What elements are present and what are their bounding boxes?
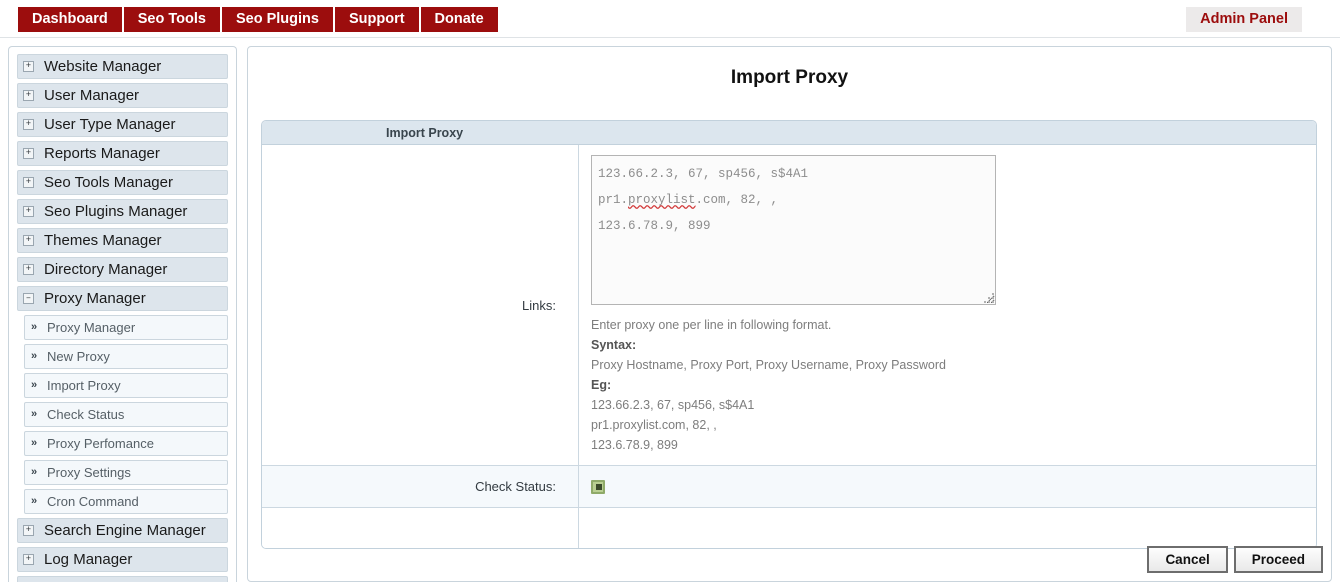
sidebar-item-label: Website Manager [44, 58, 162, 75]
main-content-panel: Import Proxy Import Proxy Links: 123.66.… [247, 46, 1332, 582]
sidebar-item-directory-manager[interactable]: + Directory Manager [17, 257, 228, 282]
sidebar-item-seo-plugins-manager[interactable]: + Seo Plugins Manager [17, 199, 228, 224]
sidebar-subitem-check-status[interactable]: » Check Status [24, 402, 228, 427]
sidebar-item-label: User Type Manager [44, 116, 176, 133]
minus-icon[interactable]: – [23, 293, 34, 304]
sidebar-item-label: Proxy Manager [44, 290, 146, 307]
form-row-blank [262, 508, 1316, 548]
sidebar-item-user-type-manager[interactable]: + User Type Manager [17, 112, 228, 137]
nav-tab-seo-plugins[interactable]: Seo Plugins [221, 7, 335, 32]
form-row-links: Links: 123.66.2.3, 67, sp456, s$4A1 pr1.… [262, 145, 1316, 466]
sidebar-subitem-proxy-settings[interactable]: » Proxy Settings [24, 460, 228, 485]
blank-field-cell [579, 508, 1316, 548]
sidebar-item-label: Themes Manager [44, 232, 162, 249]
sidebar-subitem-label: Proxy Settings [47, 465, 131, 480]
plus-icon[interactable]: + [23, 177, 34, 188]
plus-icon[interactable]: + [23, 554, 34, 565]
form-action-buttons: Cancel Proceed [1147, 546, 1323, 573]
plus-icon[interactable]: + [23, 119, 34, 130]
sidebar-item-label: Directory Manager [44, 261, 168, 278]
nav-tab-seo-tools[interactable]: Seo Tools [123, 7, 222, 32]
sidebar-item-proxy-manager[interactable]: – Proxy Manager [17, 286, 228, 311]
hint-eg-label: Eg: [591, 378, 612, 392]
double-chevron-right-icon: » [31, 408, 38, 420]
hint-eg-line-3: 123.6.78.9, 899 [591, 438, 678, 452]
admin-panel-button[interactable]: Admin Panel [1186, 7, 1302, 32]
proceed-button[interactable]: Proceed [1233, 546, 1323, 573]
double-chevron-right-icon: » [31, 466, 38, 478]
plus-icon[interactable]: + [23, 206, 34, 217]
sidebar-subitem-proxy-manager[interactable]: » Proxy Manager [24, 315, 228, 340]
hint-syntax-value: Proxy Hostname, Proxy Port, Proxy Userna… [591, 358, 946, 372]
sidebar-subitem-label: Check Status [47, 407, 125, 422]
nav-tab-dashboard[interactable]: Dashboard [18, 7, 124, 32]
format-hint-block: Enter proxy one per line in following fo… [591, 315, 1316, 455]
sidebar-subitem-label: Proxy Perfomance [47, 436, 154, 451]
sidebar-item-label: Log Manager [44, 551, 133, 568]
sidebar-item-log-manager[interactable]: + Log Manager [17, 547, 228, 572]
double-chevron-right-icon: » [31, 495, 38, 507]
check-status-field-cell [579, 466, 1316, 507]
sidebar-subitem-label: Cron Command [47, 494, 139, 509]
plus-icon[interactable]: + [23, 235, 34, 246]
sidebar-subitem-label: Import Proxy [47, 378, 121, 393]
sidebar-subitem-label: New Proxy [47, 349, 110, 364]
sidebar-subitem-new-proxy[interactable]: » New Proxy [24, 344, 228, 369]
hint-intro: Enter proxy one per line in following fo… [591, 318, 832, 332]
main-navigation: Dashboard Seo Tools Seo Plugins Support … [18, 7, 498, 32]
sidebar-subitem-label: Proxy Manager [47, 320, 136, 335]
plus-icon[interactable]: + [23, 148, 34, 159]
page-title: Import Proxy [730, 67, 849, 88]
sidebar-item-label: Seo Plugins Manager [44, 203, 188, 220]
check-status-label: Check Status: [262, 466, 579, 507]
placeholder-line-1: 123.66.2.3, 67, sp456, s$4A1 [598, 167, 809, 181]
double-chevron-right-icon: » [31, 350, 38, 362]
links-field-cell: 123.66.2.3, 67, sp456, s$4A1 pr1.proxyli… [579, 145, 1316, 465]
links-textarea[interactable]: 123.66.2.3, 67, sp456, s$4A1 pr1.proxyli… [591, 155, 996, 305]
placeholder-line-2: pr1.proxylist.com, 82, , [598, 193, 779, 207]
sidebar-item-seo-tools-manager[interactable]: + Seo Tools Manager [17, 170, 228, 195]
misspelled-word: proxylist [628, 193, 696, 207]
checkbox-checked-icon[interactable] [591, 479, 605, 494]
double-chevron-right-icon: » [31, 379, 38, 391]
sidebar-item-label: Seo Tools Manager [44, 174, 173, 191]
double-chevron-right-icon: » [31, 321, 38, 333]
plus-icon[interactable]: + [23, 90, 34, 101]
hint-eg-line-2: pr1.proxylist.com, 82, , [591, 418, 717, 432]
textarea-wrapper: 123.66.2.3, 67, sp456, s$4A1 pr1.proxyli… [591, 155, 996, 305]
sidebar-item-label: Reports Manager [44, 145, 160, 162]
import-proxy-form: Import Proxy Links: 123.66.2.3, 67, sp45… [261, 120, 1317, 549]
sidebar-item-reports-manager[interactable]: + Reports Manager [17, 141, 228, 166]
form-row-check-status: Check Status: [262, 466, 1316, 508]
placeholder-line-3: 123.6.78.9, 899 [598, 219, 711, 233]
cancel-button[interactable]: Cancel [1147, 546, 1228, 573]
sidebar-item-partial[interactable] [17, 576, 228, 582]
sidebar: + Website Manager + User Manager + User … [8, 46, 237, 582]
plus-icon[interactable]: + [23, 61, 34, 72]
nav-tab-donate[interactable]: Donate [420, 7, 498, 32]
double-chevron-right-icon: » [31, 437, 38, 449]
plus-icon[interactable]: + [23, 525, 34, 536]
sidebar-item-website-manager[interactable]: + Website Manager [17, 54, 228, 79]
links-label: Links: [262, 145, 579, 465]
blank-label [262, 508, 579, 548]
sidebar-item-themes-manager[interactable]: + Themes Manager [17, 228, 228, 253]
sidebar-item-search-engine-manager[interactable]: + Search Engine Manager [17, 518, 228, 543]
sidebar-subitem-import-proxy[interactable]: » Import Proxy [24, 373, 228, 398]
sidebar-item-user-manager[interactable]: + User Manager [17, 83, 228, 108]
sidebar-item-label: Search Engine Manager [44, 522, 206, 539]
nav-tab-support[interactable]: Support [334, 7, 421, 32]
sidebar-subitem-cron-command[interactable]: » Cron Command [24, 489, 228, 514]
hint-syntax-label: Syntax: [591, 338, 637, 352]
form-section-header: Import Proxy [262, 121, 1316, 145]
sidebar-subitem-proxy-perfomance[interactable]: » Proxy Perfomance [24, 431, 228, 456]
plus-icon[interactable]: + [23, 264, 34, 275]
sidebar-item-label: User Manager [44, 87, 140, 104]
top-bar: Dashboard Seo Tools Seo Plugins Support … [0, 0, 1340, 38]
hint-eg-line-1: 123.66.2.3, 67, sp456, s$4A1 [591, 398, 755, 412]
